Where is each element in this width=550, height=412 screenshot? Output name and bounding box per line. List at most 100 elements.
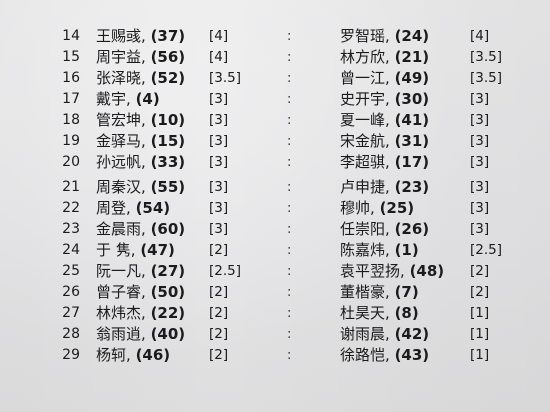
black-player-points: [3] xyxy=(470,200,490,216)
pairings-sheet: 14 王赐彧, (37) [4] : 罗智瑶, (24) [4] 15 周宇益,… xyxy=(0,0,550,412)
white-player: 孙远帆, (33) xyxy=(96,153,185,172)
black-player-rating: (21) xyxy=(394,48,430,66)
white-player-points: [2] xyxy=(209,305,229,321)
black-player: 杜昊天, (8) xyxy=(340,304,419,323)
white-player: 林炜杰, (22) xyxy=(96,304,185,323)
pairing-separator: : xyxy=(287,155,292,170)
white-player-points: [3.5] xyxy=(209,70,242,86)
white-player-points: [3] xyxy=(209,133,229,149)
black-player-name: 袁平翌扬, xyxy=(340,262,405,280)
black-player-name: 卢申捷, xyxy=(340,178,390,196)
board-number: 16 xyxy=(62,70,80,86)
black-player-name: 史开宇, xyxy=(340,90,390,108)
board-number: 26 xyxy=(62,284,80,300)
black-player: 董楷豪, (7) xyxy=(340,283,419,302)
white-player-name: 戴宇, xyxy=(96,90,131,108)
pairing-row: 28 翁雨逍, (40) [2] : 谢雨晨, (42) [1] xyxy=(0,324,550,345)
board-number: 29 xyxy=(62,347,80,363)
pairing-separator: : xyxy=(287,50,292,65)
white-player-rating: (22) xyxy=(150,304,186,322)
black-player-name: 穆帅, xyxy=(340,199,375,217)
white-player-name: 周秦汉, xyxy=(96,178,146,196)
black-player: 曾一江, (49) xyxy=(340,69,429,88)
black-player-points: [2] xyxy=(470,284,490,300)
black-player-rating: (26) xyxy=(394,220,430,238)
pairing-separator: : xyxy=(287,222,292,237)
black-player: 谢雨晨, (42) xyxy=(340,325,429,344)
black-player: 徐路恺, (43) xyxy=(340,346,429,365)
white-player: 杨轲, (46) xyxy=(96,346,170,365)
white-player: 周秦汉, (55) xyxy=(96,178,185,197)
black-player-name: 林方欣, xyxy=(340,48,390,66)
black-player-points: [3.5] xyxy=(470,70,503,86)
black-player: 林方欣, (21) xyxy=(340,48,429,67)
black-player-name: 董楷豪, xyxy=(340,283,390,301)
white-player: 王赐彧, (37) xyxy=(96,27,185,46)
white-player-points: [4] xyxy=(209,49,229,65)
white-player-name: 孙远帆, xyxy=(96,153,146,171)
white-player-rating: (27) xyxy=(150,262,186,280)
black-player: 宋金航, (31) xyxy=(340,132,429,151)
white-player-points: [3] xyxy=(209,112,229,128)
white-player: 于 隽, (47) xyxy=(96,241,175,260)
black-player-points: [3] xyxy=(470,91,490,107)
white-player-name: 王赐彧, xyxy=(96,27,146,45)
white-player-points: [2] xyxy=(209,284,229,300)
black-player-points: [4] xyxy=(470,28,490,44)
board-number: 23 xyxy=(62,221,80,237)
white-player-name: 周宇益, xyxy=(96,48,146,66)
pairings-block-2: 21 周秦汉, (55) [3] : 卢申捷, (23) [3] 22 周登, … xyxy=(0,177,550,366)
black-player-rating: (43) xyxy=(394,346,430,364)
board-number: 28 xyxy=(62,326,80,342)
white-player-name: 阮一凡, xyxy=(96,262,146,280)
black-player-name: 徐路恺, xyxy=(340,346,390,364)
white-player-points: [4] xyxy=(209,28,229,44)
white-player-points: [3] xyxy=(209,221,229,237)
pairings-block-1: 14 王赐彧, (37) [4] : 罗智瑶, (24) [4] 15 周宇益,… xyxy=(0,26,550,173)
white-player-name: 张泽晓, xyxy=(96,69,146,87)
black-player-points: [3] xyxy=(470,133,490,149)
white-player-rating: (10) xyxy=(150,111,186,129)
white-player-rating: (47) xyxy=(140,241,175,259)
white-player-points: [2] xyxy=(209,347,229,363)
white-player-points: [2] xyxy=(209,242,229,258)
pairing-row: 21 周秦汉, (55) [3] : 卢申捷, (23) [3] xyxy=(0,177,550,198)
black-player-name: 宋金航, xyxy=(340,132,390,150)
pairing-row: 15 周宇益, (56) [4] : 林方欣, (21) [3.5] xyxy=(0,47,550,68)
white-player-points: [3] xyxy=(209,179,229,195)
white-player-rating: (56) xyxy=(150,48,186,66)
board-number: 15 xyxy=(62,49,80,65)
white-player-rating: (37) xyxy=(150,27,186,45)
pairing-separator: : xyxy=(287,327,292,342)
black-player: 穆帅, (25) xyxy=(340,199,414,218)
white-player-rating: (52) xyxy=(150,69,186,87)
white-player-name: 管宏坤, xyxy=(96,111,146,129)
black-player: 袁平翌扬, (48) xyxy=(340,262,444,281)
white-player: 管宏坤, (10) xyxy=(96,111,185,130)
white-player-points: [2.5] xyxy=(209,263,242,279)
board-number: 24 xyxy=(62,242,80,258)
white-player-rating: (60) xyxy=(150,220,186,238)
black-player-name: 夏一峰, xyxy=(340,111,390,129)
black-player-points: [3.5] xyxy=(470,49,503,65)
white-player-name: 于 隽, xyxy=(96,241,136,259)
white-player: 金晨雨, (60) xyxy=(96,220,185,239)
black-player-rating: (7) xyxy=(394,283,419,301)
board-number: 25 xyxy=(62,263,80,279)
board-number: 20 xyxy=(62,154,80,170)
black-player: 史开宇, (30) xyxy=(340,90,429,109)
white-player: 周登, (54) xyxy=(96,199,170,218)
pairing-row: 19 金驿马, (15) [3] : 宋金航, (31) [3] xyxy=(0,131,550,152)
white-player-rating: (40) xyxy=(150,325,186,343)
white-player-name: 金驿马, xyxy=(96,132,146,150)
pairing-separator: : xyxy=(287,348,292,363)
white-player-rating: (55) xyxy=(150,178,186,196)
black-player-points: [1] xyxy=(470,326,490,342)
white-player-points: [3] xyxy=(209,91,229,107)
white-player-rating: (15) xyxy=(150,132,186,150)
pairing-row: 17 戴宇, (4) [3] : 史开宇, (30) [3] xyxy=(0,89,550,110)
white-player-name: 金晨雨, xyxy=(96,220,146,238)
pairing-separator: : xyxy=(287,264,292,279)
pairing-separator: : xyxy=(287,134,292,149)
pairing-row: 29 杨轲, (46) [2] : 徐路恺, (43) [1] xyxy=(0,345,550,366)
